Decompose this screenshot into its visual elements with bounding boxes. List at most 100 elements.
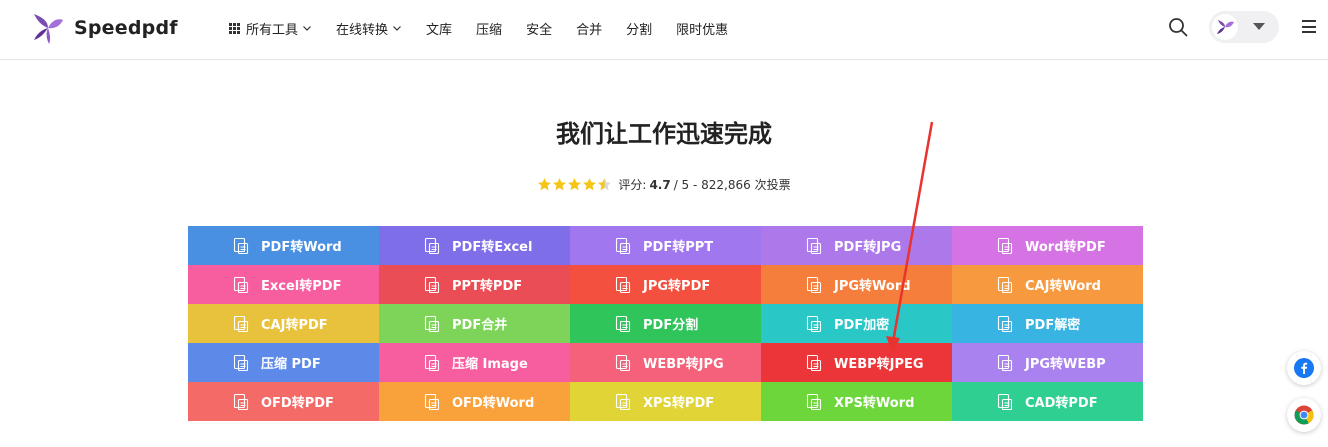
- nav-item-label: 在线转换: [336, 22, 389, 38]
- nav-item-5[interactable]: 合并: [576, 19, 602, 38]
- tool-label: XPS转Word: [834, 396, 915, 411]
- nav-item-2[interactable]: 文库: [426, 19, 452, 38]
- nav-item-label: 安全: [526, 22, 553, 38]
- document-convert-icon: [615, 393, 631, 410]
- document-convert-icon: [233, 276, 249, 293]
- document-convert-icon: [997, 393, 1013, 410]
- nav-item-3[interactable]: 压缩: [476, 19, 502, 38]
- tool-tile-15[interactable]: 压缩 PDF: [188, 343, 379, 382]
- document-convert-icon: [424, 315, 440, 332]
- tool-tile-5[interactable]: Excel转PDF: [188, 265, 379, 304]
- star-icon: [568, 178, 582, 191]
- nav-item-7[interactable]: 限时优惠: [676, 19, 728, 38]
- tool-label: CAJ转Word: [1025, 279, 1101, 294]
- nav-item-4[interactable]: 安全: [526, 19, 552, 38]
- document-convert-icon: [424, 276, 440, 293]
- chrome-extension-button[interactable]: [1287, 398, 1321, 432]
- tool-tile-9[interactable]: CAJ转Word: [952, 265, 1143, 304]
- tool-label: CAD转PDF: [1025, 396, 1098, 411]
- tool-label: JPG转PDF: [643, 279, 711, 294]
- document-convert-icon: [806, 354, 822, 371]
- tool-label: PDF解密: [1025, 318, 1081, 333]
- nav-item-label: 文库: [426, 22, 453, 38]
- star-icon: [583, 178, 597, 191]
- tool-tile-23[interactable]: XPS转Word: [761, 382, 952, 421]
- tool-label: PDF合并: [452, 318, 508, 333]
- tool-tile-18[interactable]: WEBP转JPEG: [761, 343, 952, 382]
- search-icon[interactable]: [1167, 16, 1189, 38]
- tool-label: PDF转PPT: [643, 240, 714, 255]
- document-convert-icon: [997, 237, 1013, 254]
- tool-tile-7[interactable]: JPG转PDF: [570, 265, 761, 304]
- rating-score: 4.7: [649, 177, 671, 192]
- facebook-icon: [1294, 358, 1314, 378]
- tool-label: Excel转PDF: [261, 279, 342, 294]
- tool-tile-11[interactable]: PDF合并: [379, 304, 570, 343]
- nav-item-0[interactable]: 所有工具: [229, 19, 312, 38]
- tool-label: PDF加密: [834, 318, 890, 333]
- nav-item-1[interactable]: 在线转换: [336, 19, 402, 38]
- document-convert-icon: [424, 237, 440, 254]
- tool-label: OFD转Word: [452, 396, 535, 411]
- document-convert-icon: [615, 237, 631, 254]
- document-convert-icon: [806, 237, 822, 254]
- star-icon: [538, 178, 552, 191]
- document-convert-icon: [233, 237, 249, 254]
- user-menu[interactable]: [1209, 11, 1279, 43]
- nav-item-label: 压缩: [476, 22, 503, 38]
- nav-item-label: 合并: [576, 22, 603, 38]
- avatar: [1212, 14, 1238, 40]
- grid-icon: [229, 22, 240, 34]
- menu-icon[interactable]: [1302, 20, 1316, 33]
- tool-tile-3[interactable]: PDF转JPG: [761, 226, 952, 265]
- document-convert-icon: [233, 354, 249, 371]
- brand-logo[interactable]: Speedpdf: [30, 10, 178, 46]
- tool-label: JPG转WEBP: [1025, 357, 1106, 372]
- top-header: Speedpdf 所有工具 在线转换 文库 压缩 安全 合并 分割 限时优惠: [0, 0, 1328, 60]
- tool-tile-1[interactable]: PDF转Excel: [379, 226, 570, 265]
- star-icon: [553, 178, 567, 191]
- tool-tile-6[interactable]: PPT转PDF: [379, 265, 570, 304]
- tool-label: CAJ转PDF: [261, 318, 328, 333]
- tool-tile-22[interactable]: XPS转PDF: [570, 382, 761, 421]
- tool-tile-14[interactable]: PDF解密: [952, 304, 1143, 343]
- document-convert-icon: [233, 315, 249, 332]
- nav-item-label: 限时优惠: [676, 22, 729, 38]
- tool-tile-13[interactable]: PDF加密: [761, 304, 952, 343]
- document-convert-icon: [424, 354, 440, 371]
- tool-label: PDF分割: [643, 318, 699, 333]
- tool-tile-24[interactable]: CAD转PDF: [952, 382, 1143, 421]
- document-convert-icon: [806, 276, 822, 293]
- facebook-share-button[interactable]: [1287, 351, 1321, 385]
- tool-tile-2[interactable]: PDF转PPT: [570, 226, 761, 265]
- tool-tile-20[interactable]: OFD转PDF: [188, 382, 379, 421]
- tool-tile-8[interactable]: JPG转Word: [761, 265, 952, 304]
- tool-label: XPS转PDF: [643, 396, 715, 411]
- tool-tile-12[interactable]: PDF分割: [570, 304, 761, 343]
- tool-tile-10[interactable]: CAJ转PDF: [188, 304, 379, 343]
- tool-label: Word转PDF: [1025, 240, 1106, 255]
- nav-item-label: 分割: [626, 22, 653, 38]
- tool-tile-0[interactable]: PDF转Word: [188, 226, 379, 265]
- chevron-down-icon: [303, 26, 311, 31]
- caret-down-icon: [1253, 23, 1265, 30]
- chevron-down-icon: [393, 26, 401, 31]
- tool-tile-4[interactable]: Word转PDF: [952, 226, 1143, 265]
- document-convert-icon: [997, 354, 1013, 371]
- document-convert-icon: [997, 315, 1013, 332]
- tool-tile-19[interactable]: JPG转WEBP: [952, 343, 1143, 382]
- tool-label: WEBP转JPEG: [834, 357, 924, 372]
- tool-label: PDF转Word: [261, 240, 342, 255]
- tool-label: OFD转PDF: [261, 396, 334, 411]
- document-convert-icon: [615, 276, 631, 293]
- star-icon: [598, 178, 612, 191]
- user-avatar-icon: [1217, 20, 1234, 34]
- brand-name: Speedpdf: [74, 17, 178, 39]
- document-convert-icon: [806, 393, 822, 410]
- tool-label: PDF转Excel: [452, 240, 533, 255]
- tool-tile-17[interactable]: WEBP转JPG: [570, 343, 761, 382]
- tool-tile-21[interactable]: OFD转Word: [379, 382, 570, 421]
- nav-item-6[interactable]: 分割: [626, 19, 652, 38]
- tool-tile-16[interactable]: 压缩 Image: [379, 343, 570, 382]
- rating-stars: [537, 177, 612, 192]
